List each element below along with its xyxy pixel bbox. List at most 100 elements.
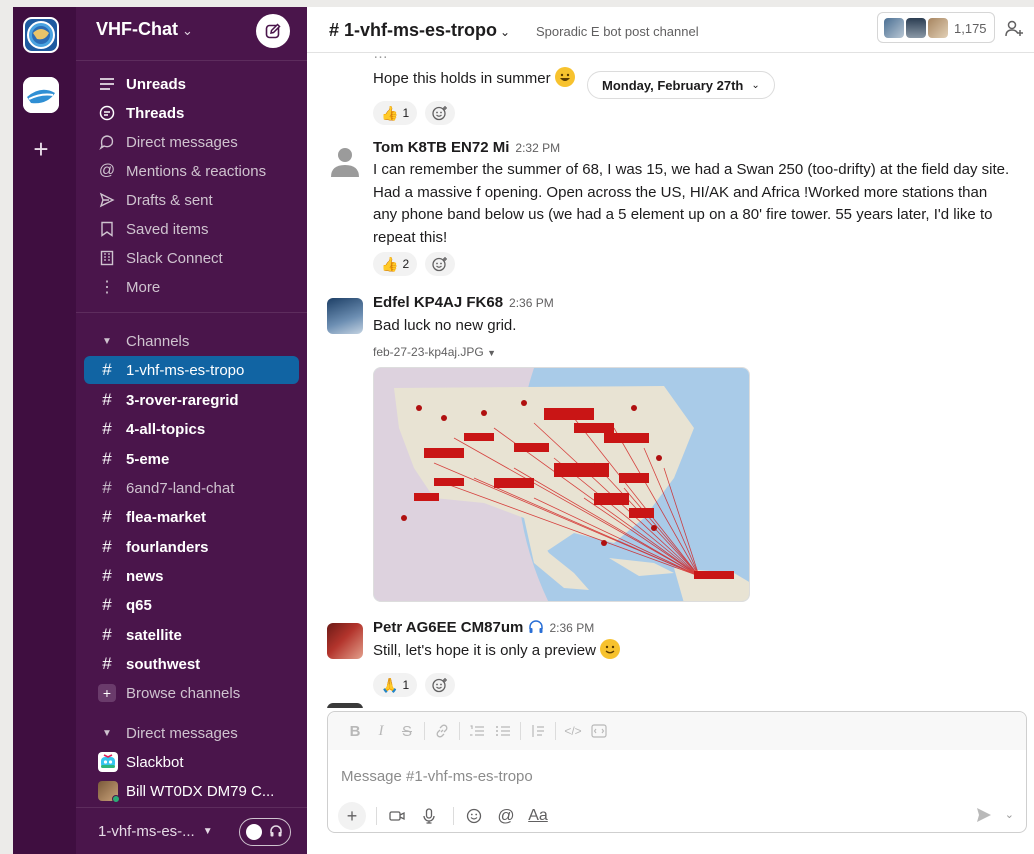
bookmark-icon [98,221,116,237]
building-icon [98,250,116,266]
sidebar-footer: 1-vhf-ms-es-... ▼ [76,807,307,854]
sidebar-channel-flea-market[interactable]: # flea-market [84,503,299,531]
sidebar-channel-southwest[interactable]: # southwest [84,650,299,678]
dm-section-header[interactable]: ▼ Direct messages [84,719,299,747]
code-icon[interactable]: </> [560,720,586,742]
add-reaction-icon [432,106,448,121]
channel-title-button[interactable]: # 1-vhf-ms-es-tropo ⌄ [329,20,510,41]
sidebar-dm-bill[interactable]: Bill WT0DX DM79 C... [84,777,299,805]
compose-button[interactable] [256,14,290,48]
bold-icon[interactable]: B [342,720,368,742]
bulleted-list-icon[interactable] [490,720,516,742]
plus-icon[interactable]: + [338,802,366,830]
channel-label: 6and7-land-chat [126,479,235,497]
send-icon[interactable] [976,807,992,823]
message-timestamp[interactable]: 2:36 PM [509,296,554,310]
user-avatar [327,703,363,708]
sidebar-item-drafts[interactable]: Drafts & sent [84,186,299,214]
browse-channels-button[interactable]: + Browse channels [84,679,299,707]
huddle-toggle[interactable] [239,818,291,846]
sidebar-channel-4-all-topics[interactable]: # 4-all-topics [84,415,299,443]
sidebar-channel-1-vhf-ms-es-tropo[interactable]: # 1-vhf-ms-es-tropo [84,356,299,384]
channel-label: 4-all-topics [126,420,206,438]
blockquote-icon[interactable] [525,720,551,742]
sidebar-channel-3-rover-raregrid[interactable]: # 3-rover-raregrid [84,386,299,414]
message-input[interactable] [341,768,1001,785]
strikethrough-icon[interactable]: S [394,720,420,742]
file-name[interactable]: feb-27-23-kp4aj.JPG ▼ [373,345,496,359]
sidebar-item-threads[interactable]: Threads [84,99,299,127]
message-list: … Hope this holds in summer Monday, Febr… [307,53,1034,708]
video-clip-icon[interactable] [383,802,411,830]
sidebar-item-mentions[interactable]: @ Mentions & reactions [84,157,299,185]
sidebar-channel-fourlanders[interactable]: # fourlanders [84,533,299,561]
headphones-status-icon [528,620,544,634]
workspace-icon-second[interactable] [23,77,59,113]
channel-label: 5-eme [126,450,170,468]
channel-label: 3-rover-raregrid [126,391,239,409]
sidebar-item-unreads[interactable]: Unreads [84,70,299,98]
channel-title: 1-vhf-ms-es-tropo [344,20,498,40]
sidebar-item-saved[interactable]: Saved items [84,215,299,243]
channel-label: news [126,567,164,585]
message-author[interactable]: Edfel KP4AJ FK68 2:36 PM [373,294,554,311]
channel-topic[interactable]: Sporadic E bot post channel [536,24,699,39]
sidebar-channel-satellite[interactable]: # satellite [84,621,299,649]
member-avatar [884,18,904,38]
microphone-icon[interactable] [415,802,443,830]
sidebar-item-label: Direct messages [126,133,238,151]
reaction-thumbs-up[interactable]: 👍 1 [373,101,418,125]
reaction-pray[interactable]: 🙏 1 [373,673,418,697]
message-timestamp[interactable]: 2:36 PM [550,621,595,635]
text-format-toggle[interactable]: Aa [524,802,552,830]
chevron-down-icon[interactable]: ⌄ [1005,808,1014,821]
chevron-down-icon: ⌄ [182,23,193,38]
composer-toolbar: + @ Aa [338,802,556,830]
dm-label: Bill WT0DX DM79 C... [126,782,275,800]
channel-label: q65 [126,596,152,614]
hash-icon: # [102,537,112,556]
workspace-name-button[interactable]: VHF-Chat ⌄ [96,19,193,40]
message-author[interactable]: Tom K8TB EN72 Mi 2:32 PM [373,139,560,156]
sidebar-channel-5-eme[interactable]: # 5-eme [84,445,299,473]
plus-icon: + [98,684,116,702]
link-icon[interactable] [429,720,455,742]
caret-down-icon: ▼ [102,335,112,347]
sidebar-dm-slackbot[interactable]: Slackbot [84,748,299,776]
hash-icon: # [102,478,112,497]
channels-section-header[interactable]: ▼ Channels [84,327,299,355]
message-timestamp[interactable]: 2:32 PM [515,141,560,155]
member-list-button[interactable]: 1,175 [877,12,995,43]
add-workspace-icon[interactable]: + [29,136,53,162]
sidebar-item-label: Saved items [126,220,209,238]
ordered-list-icon[interactable] [464,720,490,742]
add-reaction-button[interactable] [425,101,456,125]
hash-icon: # [102,390,112,409]
sidebar-item-direct-messages[interactable]: Direct messages [84,128,299,156]
code-block-icon[interactable] [586,720,612,742]
sidebar-channel-news[interactable]: # news [84,562,299,590]
hash-icon: # [102,625,112,644]
sidebar-channel-q65[interactable]: # q65 [84,591,299,619]
sidebar-item-slack-connect[interactable]: Slack Connect [84,244,299,272]
add-reaction-button[interactable] [425,252,456,276]
hash-icon: # [102,507,112,526]
reaction-thumbs-up[interactable]: 👍 2 [373,252,418,276]
add-member-icon[interactable] [1004,19,1024,39]
sidebar-channel-6and7-land-chat[interactable]: # 6and7-land-chat [84,474,299,502]
more-icon: ⋮ [99,279,115,296]
map-image-attachment[interactable] [373,367,750,602]
italic-icon[interactable]: I [368,720,394,742]
sidebar-item-more[interactable]: ⋮ More [84,273,299,301]
date-divider-button[interactable]: Monday, February 27th ⌄ [587,71,775,99]
workspace-icon-vhf-chat[interactable] [23,17,59,53]
message-author[interactable]: Petr AG6EE CM87um 2:36 PM [373,619,594,636]
channel-label: flea-market [126,508,207,526]
emoji-icon[interactable] [460,802,488,830]
user-avatar [327,143,363,179]
workspace-rail: + [13,7,76,854]
mention-icon[interactable]: @ [492,802,520,830]
footer-channel-switcher[interactable]: 1-vhf-ms-es-... [98,823,195,840]
unreads-icon [98,77,116,91]
add-reaction-button[interactable] [425,673,456,697]
